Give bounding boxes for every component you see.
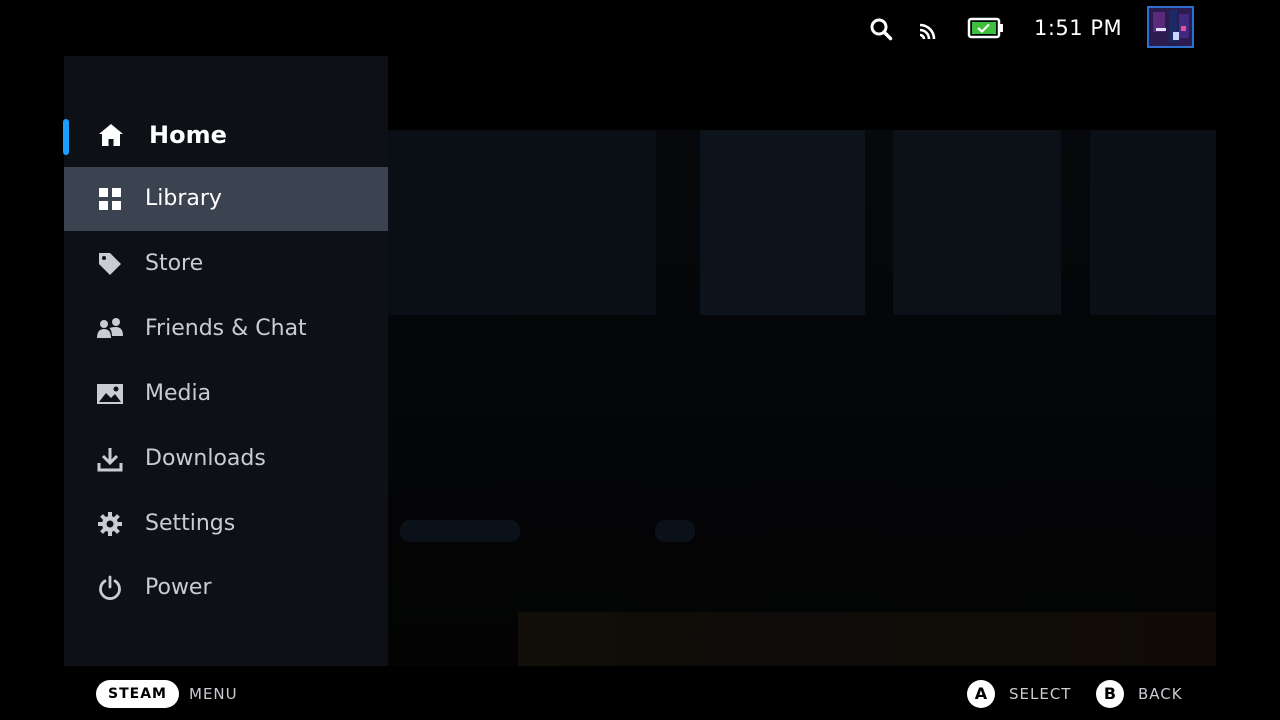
menu-item-label: Media <box>145 381 212 406</box>
battery-charging-icon[interactable] <box>966 15 1006 41</box>
dimmed-hero-tile <box>388 130 656 315</box>
steam-menu-hint: MENU <box>189 685 238 703</box>
steam-deck-screen: 1:51 PM Home Library Store Friends & Cha… <box>0 0 1280 720</box>
download-icon <box>96 445 124 473</box>
steam-button-glyph[interactable]: STEAM <box>96 680 179 708</box>
select-hint: SELECT <box>1009 685 1072 703</box>
controller-hint-bar: STEAM MENU A SELECT B BACK <box>0 666 1280 720</box>
dimmed-game-tile <box>700 130 865 315</box>
library-grid-icon <box>96 185 124 213</box>
dimmed-section-label <box>400 520 520 542</box>
home-icon <box>97 121 125 149</box>
menu-item-library[interactable]: Library <box>64 167 388 231</box>
back-hint: BACK <box>1138 685 1183 703</box>
image-icon <box>96 380 124 408</box>
menu-item-label: Library <box>145 186 222 211</box>
menu-item-store[interactable]: Store <box>64 232 388 296</box>
menu-item-downloads[interactable]: Downloads <box>64 427 388 491</box>
dimmed-section-label <box>655 520 695 542</box>
menu-item-label: Store <box>145 251 204 276</box>
main-menu: Home Library Store Friends & Chat Media … <box>63 56 388 666</box>
menu-item-label: Home <box>149 121 227 149</box>
friends-icon <box>96 315 124 343</box>
menu-item-label: Friends & Chat <box>145 316 307 341</box>
dimmed-game-tile <box>1090 130 1216 315</box>
power-icon <box>96 574 124 602</box>
menu-item-label: Settings <box>145 511 236 536</box>
search-icon[interactable] <box>868 16 894 42</box>
dimmed-game-tile <box>893 130 1061 315</box>
menu-item-power[interactable]: Power <box>64 556 388 620</box>
gear-icon <box>96 510 124 538</box>
a-button-glyph[interactable]: A <box>967 680 995 708</box>
user-avatar[interactable] <box>1147 6 1194 48</box>
tag-icon <box>96 250 124 278</box>
active-indicator <box>63 119 69 155</box>
dimmed-shelf <box>518 612 1216 666</box>
menu-item-media[interactable]: Media <box>64 362 388 426</box>
menu-item-label: Downloads <box>145 446 266 471</box>
b-button-glyph[interactable]: B <box>1096 680 1124 708</box>
menu-item-friends-chat[interactable]: Friends & Chat <box>64 297 388 361</box>
menu-item-home[interactable]: Home <box>63 103 388 167</box>
wifi-icon[interactable] <box>916 15 942 41</box>
clock: 1:51 PM <box>1034 16 1123 40</box>
menu-item-settings[interactable]: Settings <box>64 492 388 556</box>
menu-item-label: Power <box>145 575 212 600</box>
